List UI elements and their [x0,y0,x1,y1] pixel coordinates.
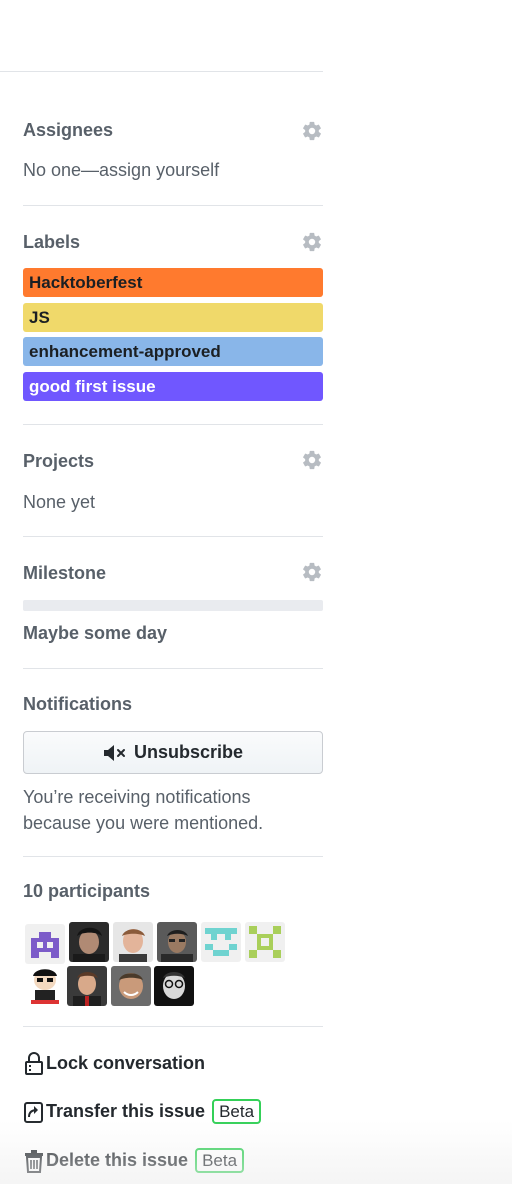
avatar-participant-1[interactable] [25,924,65,964]
projects-empty-text: None yet [23,492,96,512]
unsubscribe-label: Unsubscribe [133,742,244,762]
avatar-participant-3[interactable] [113,922,153,962]
divider [23,205,323,206]
avatar-participant-8[interactable] [67,966,107,1006]
unsubscribe-button[interactable]: Unsubscribe [23,731,323,774]
lock-icon [25,1052,43,1075]
assignees-title: Assignees [23,120,114,140]
projects-title: Projects [23,451,95,471]
delete-issue-link[interactable]: Delete this issue Beta [23,1148,245,1173]
beta-badge: Beta [195,1148,245,1173]
divider [23,856,323,857]
divider [23,1026,323,1027]
divider [23,424,323,425]
milestone-gear-icon[interactable] [301,561,323,583]
label-good-first-issue[interactable]: good first issue [23,372,323,401]
avatar-participant-4[interactable] [157,922,197,962]
projects-gear-icon[interactable] [301,449,323,471]
mute-icon [103,744,125,761]
notification-reason: You’re receiving notifications because y… [23,787,264,833]
transfer-icon [24,1101,43,1123]
avatar-participant-6[interactable] [245,922,285,962]
labels-title: Labels [23,232,81,252]
assign-yourself-link[interactable]: No one—assign yourself [23,159,219,181]
participants-title: 10 participants [23,881,151,901]
beta-badge: Beta [212,1099,262,1124]
issue-sidebar: Assignees No one—assign yourself Labels … [0,0,512,1184]
trash-icon [25,1149,43,1173]
milestone-progress-bar [23,600,323,611]
avatar-participant-9[interactable] [111,966,151,1006]
delete-issue-label: Delete this issue [46,1150,189,1170]
divider [23,536,323,537]
lock-conversation-label: Lock conversation [46,1052,206,1073]
label-js[interactable]: JS [23,303,323,332]
avatar-participant-7[interactable] [25,966,65,1006]
milestone-link[interactable]: Maybe some day [23,622,167,644]
transfer-issue-label: Transfer this issue [46,1101,206,1121]
label-hacktoberfest[interactable]: Hacktoberfest [23,268,323,297]
divider [23,668,323,669]
assignees-gear-icon[interactable] [301,120,323,142]
lock-conversation-link[interactable]: Lock conversation [23,1051,205,1075]
top-divider [0,71,323,72]
milestone-title: Milestone [23,563,107,583]
avatar-participant-2[interactable] [69,922,109,962]
avatar-participant-10[interactable] [154,966,194,1006]
labels-gear-icon[interactable] [301,231,323,253]
label-enhancement-approved[interactable]: enhancement-approved [23,337,323,366]
notifications-title: Notifications [23,694,133,714]
transfer-issue-link[interactable]: Transfer this issue Beta [23,1099,262,1124]
avatar-participant-5[interactable] [201,922,241,962]
